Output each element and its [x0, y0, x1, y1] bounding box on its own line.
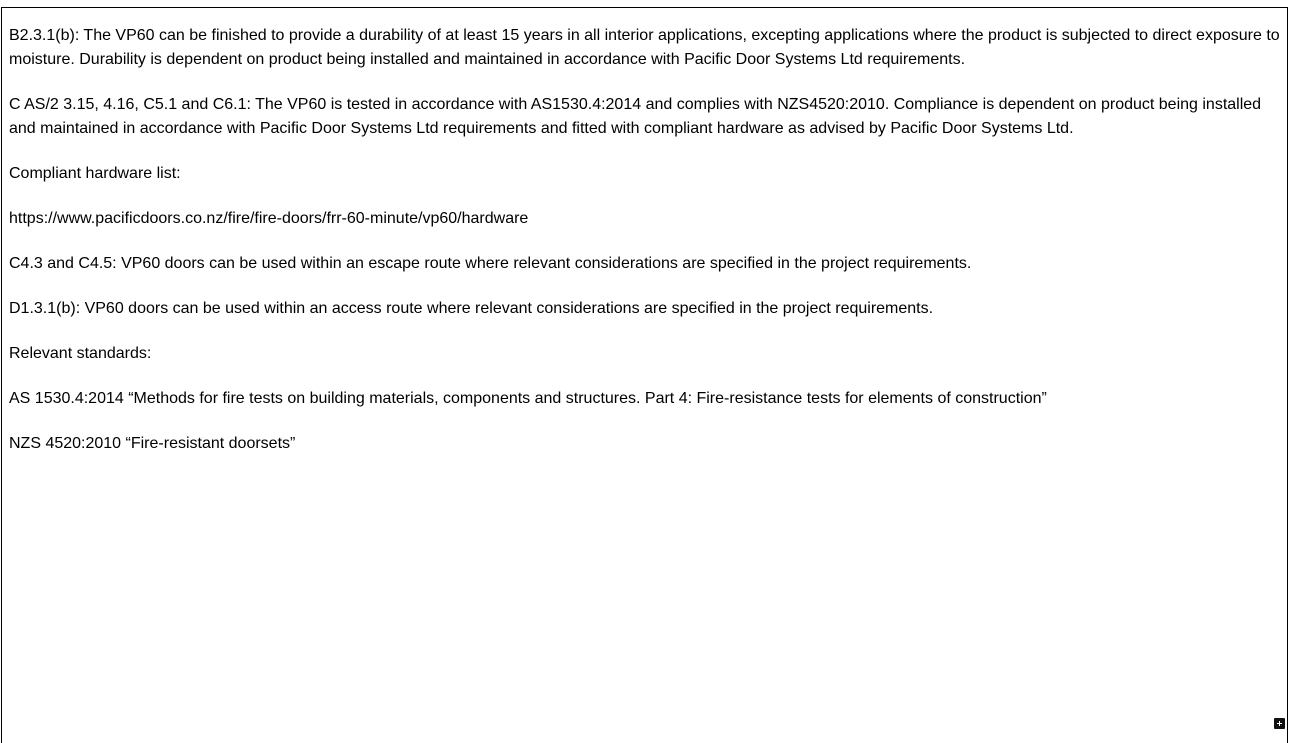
paragraph-durability: B2.3.1(b): The VP60 can be finished to p… [9, 27, 1280, 68]
paragraph-access-route: D1.3.1(b): VP60 doors can be used within… [9, 300, 934, 317]
plus-icon[interactable] [1274, 718, 1285, 729]
cell-content: B2.3.1(b): The VP60 can be finished to p… [9, 24, 1284, 477]
paragraph-standards-heading: Relevant standards: [9, 345, 152, 362]
paragraph-hardware-url: https://www.pacificdoors.co.nz/fire/fire… [9, 210, 529, 227]
text-cell: B2.3.1(b): The VP60 can be finished to p… [1, 7, 1288, 743]
paragraph-escape-route: C4.3 and C4.5: VP60 doors can be used wi… [9, 255, 972, 272]
paragraph-standard-as1530: AS 1530.4:2014 “Methods for fire tests o… [9, 390, 1047, 407]
paragraph-compliance: C AS/2 3.15, 4.16, C5.1 and C6.1: The VP… [9, 96, 1262, 137]
paragraph-hardware-heading: Compliant hardware list: [9, 165, 181, 182]
paragraph-standard-nzs4520: NZS 4520:2010 “Fire-resistant doorsets” [9, 435, 296, 452]
